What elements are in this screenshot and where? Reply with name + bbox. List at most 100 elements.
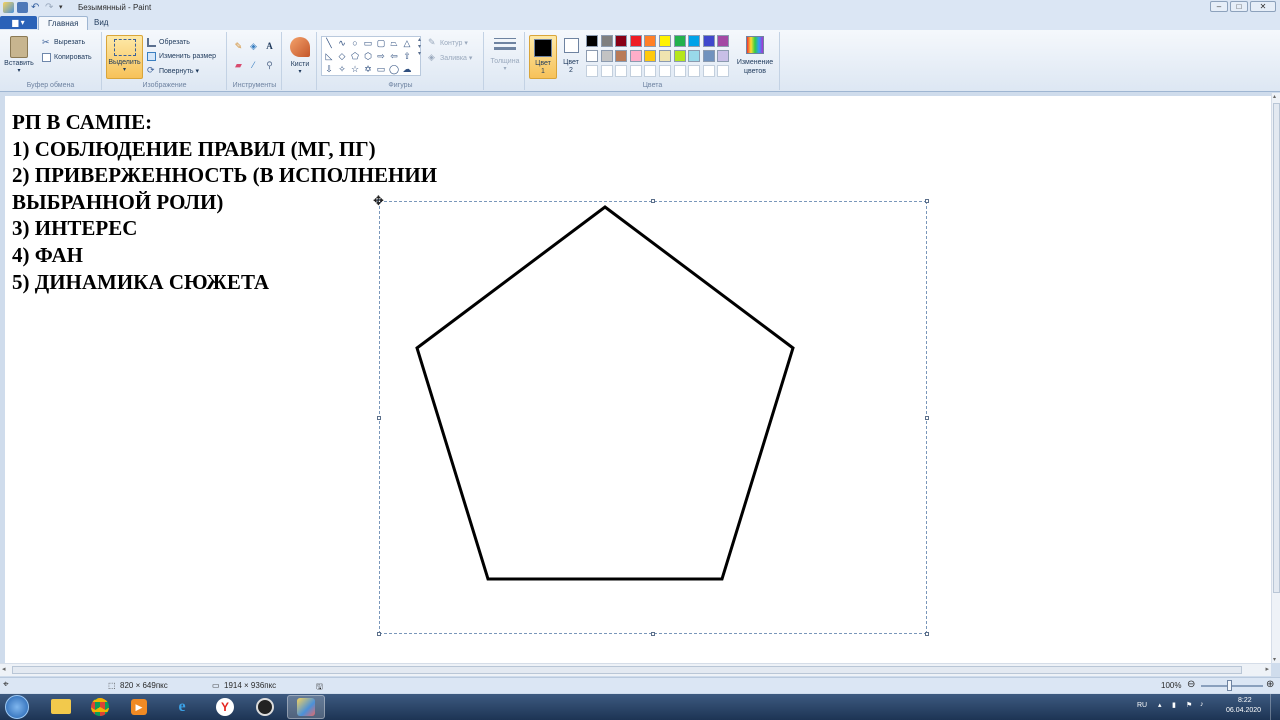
taskbar-obs[interactable]	[246, 695, 284, 719]
custom-color-slot[interactable]	[644, 65, 657, 77]
line-shape-icon[interactable]: ╲	[323, 38, 335, 49]
custom-color-slot[interactable]	[673, 65, 686, 77]
minimize-button[interactable]: –	[1210, 1, 1228, 12]
left-arrow-shape-icon[interactable]: ⇦	[388, 51, 400, 62]
scroll-down-icon[interactable]: ▾	[1273, 656, 1276, 663]
curve-shape-icon[interactable]: ∿	[336, 38, 348, 49]
custom-color-slot[interactable]	[615, 65, 628, 77]
zoom-slider[interactable]	[1201, 685, 1263, 687]
eraser-icon[interactable]: ▰	[232, 59, 245, 72]
custom-color-slot[interactable]	[688, 65, 701, 77]
paint-menu-button[interactable]: ▆ ▾	[0, 16, 37, 29]
rotate-button[interactable]: ⟳ Повернуть ▾	[147, 66, 199, 75]
tab-view[interactable]: Вид	[85, 16, 117, 30]
palette-swatch[interactable]	[600, 50, 613, 62]
show-desktop-button[interactable]	[1270, 694, 1280, 720]
fill-bucket-icon[interactable]: ◈	[247, 40, 260, 53]
action-center-icon[interactable]: ⚑	[1186, 701, 1192, 709]
color-picker-icon[interactable]: ⁄	[247, 59, 260, 72]
palette-swatch[interactable]	[615, 50, 628, 62]
selection-handle-top-right[interactable]	[925, 199, 929, 203]
vertical-scrollbar[interactable]: ▴ ▾	[1271, 93, 1280, 663]
save-icon[interactable]	[17, 2, 28, 13]
cut-button[interactable]: ✂ Вырезать	[42, 38, 85, 47]
pentagon-shape-icon[interactable]: ⬠	[349, 51, 361, 62]
five-point-star-shape-icon[interactable]: ☆	[349, 64, 361, 75]
select-button[interactable]: Выделить ▾	[106, 35, 143, 79]
start-button[interactable]	[5, 695, 29, 719]
horizontal-scrollbar[interactable]: ◂ ▸	[0, 663, 1271, 676]
paste-button[interactable]: Вставить ▾	[3, 36, 35, 74]
custom-color-slot[interactable]	[659, 65, 671, 77]
rounded-rectangle-shape-icon[interactable]: ▢	[375, 38, 387, 49]
scroll-up-icon[interactable]: ▴	[1273, 93, 1276, 100]
palette-swatch[interactable]	[717, 35, 730, 47]
palette-swatch[interactable]	[586, 35, 598, 47]
triangle-shape-icon[interactable]: △	[401, 38, 413, 49]
palette-swatch[interactable]	[659, 50, 671, 62]
taskbar-media-player[interactable]: ▶	[120, 695, 158, 719]
color2-button[interactable]: Цвет 2	[560, 35, 582, 75]
magnifier-icon[interactable]: ⚲	[263, 59, 276, 72]
vertical-scroll-thumb[interactable]	[1273, 103, 1280, 593]
copy-button[interactable]: Копировать	[42, 53, 92, 62]
language-indicator[interactable]: RU	[1137, 702, 1147, 709]
cloud-callout-shape-icon[interactable]: ☁	[401, 64, 413, 75]
zoom-in-button[interactable]: ⊕	[1266, 679, 1274, 690]
volume-icon[interactable]: ♪	[1200, 701, 1204, 708]
taskbar-chrome[interactable]	[81, 695, 119, 719]
horizontal-scroll-thumb[interactable]	[12, 666, 1242, 674]
selection-handle-bottom-right[interactable]	[925, 632, 929, 636]
close-button[interactable]: ✕	[1250, 1, 1276, 12]
taskbar-explorer[interactable]	[42, 695, 80, 719]
palette-swatch[interactable]	[673, 50, 686, 62]
hexagon-shape-icon[interactable]: ⬡	[362, 51, 374, 62]
palette-swatch[interactable]	[644, 50, 657, 62]
clock-date[interactable]: 06.04.2020	[1226, 707, 1261, 714]
palette-swatch[interactable]	[659, 35, 671, 47]
rectangle-shape-icon[interactable]: ▭	[362, 38, 374, 49]
selection-handle-bottom-left[interactable]	[377, 632, 381, 636]
scroll-right-icon[interactable]: ▸	[1265, 665, 1269, 673]
palette-swatch[interactable]	[615, 35, 628, 47]
palette-swatch[interactable]	[629, 50, 642, 62]
palette-swatch[interactable]	[586, 50, 598, 62]
maximize-button[interactable]: □	[1230, 1, 1248, 12]
color1-button[interactable]: Цвет 1	[529, 35, 557, 79]
palette-swatch[interactable]	[702, 35, 715, 47]
zoom-out-button[interactable]: ⊖	[1187, 679, 1195, 690]
selection-handle-right[interactable]	[925, 416, 929, 420]
oval-shape-icon[interactable]: ○	[349, 38, 361, 49]
selection-handle-bottom[interactable]	[651, 632, 655, 636]
custom-color-slot[interactable]	[717, 65, 730, 77]
palette-swatch[interactable]	[600, 35, 613, 47]
fill-button[interactable]: ◈ Заливка ▾	[428, 53, 472, 62]
quick-access-dropdown-icon[interactable]: ▾	[59, 2, 70, 13]
up-arrow-shape-icon[interactable]: ⇧	[401, 51, 413, 62]
custom-color-slot[interactable]	[702, 65, 715, 77]
resize-button[interactable]: Изменить размер	[147, 52, 216, 61]
custom-color-slot[interactable]	[586, 65, 598, 77]
text-tool-icon[interactable]: A	[263, 40, 276, 53]
edit-colors-button[interactable]: Изменение цветов	[732, 36, 778, 76]
taskbar-yandex[interactable]: Y	[206, 695, 244, 719]
palette-swatch[interactable]	[702, 50, 715, 62]
down-arrow-shape-icon[interactable]: ⇩	[323, 64, 335, 75]
zoom-slider-thumb[interactable]	[1227, 680, 1232, 691]
custom-color-slot[interactable]	[629, 65, 642, 77]
custom-color-slot[interactable]	[600, 65, 613, 77]
six-point-star-shape-icon[interactable]: ✡	[362, 64, 374, 75]
right-arrow-shape-icon[interactable]: ⇨	[375, 51, 387, 62]
palette-swatch[interactable]	[629, 35, 642, 47]
crop-button[interactable]: Обрезать	[147, 38, 190, 47]
four-point-star-shape-icon[interactable]: ✧	[336, 64, 348, 75]
shapes-gallery-scroll[interactable]: ▴ ▾ ▾	[418, 36, 424, 76]
tab-home[interactable]: Главная	[38, 16, 89, 30]
outline-button[interactable]: ✎ Контур ▾	[428, 38, 468, 47]
pencil-icon[interactable]: ✎	[232, 40, 245, 53]
palette-swatch[interactable]	[673, 35, 686, 47]
palette-swatch[interactable]	[644, 35, 657, 47]
network-icon[interactable]: ▮	[1172, 701, 1176, 709]
taskbar-paint[interactable]	[287, 695, 325, 719]
diamond-shape-icon[interactable]: ◇	[336, 51, 348, 62]
